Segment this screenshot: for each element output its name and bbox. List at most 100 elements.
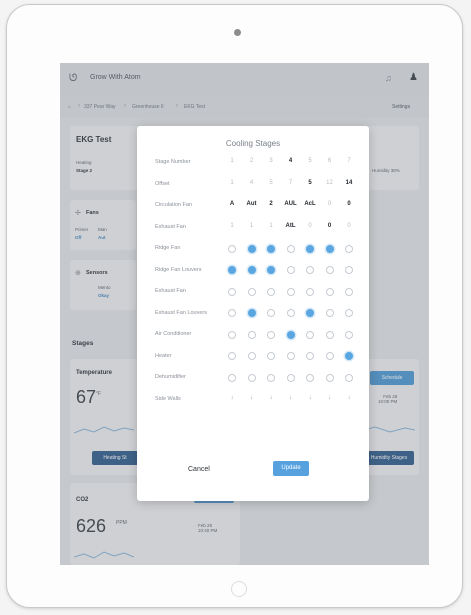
stage-cell[interactable]: 12	[321, 180, 339, 186]
toggle-off[interactable]	[325, 373, 334, 382]
chevron-down-icon[interactable]: ↓	[262, 395, 280, 401]
stage-cell[interactable]: 4	[282, 158, 300, 164]
toggle-on[interactable]	[306, 309, 314, 317]
stage-cell[interactable]: A	[223, 201, 241, 207]
toggle-on[interactable]	[286, 330, 295, 339]
toggle-on[interactable]	[247, 266, 256, 274]
stage-cell[interactable]: 1	[243, 223, 261, 229]
row-label: Exhaust Fan	[155, 223, 186, 230]
stage-cell[interactable]: 0	[340, 201, 358, 207]
toggle-on[interactable]	[267, 244, 275, 253]
toggle-off[interactable]	[228, 373, 236, 382]
toggle-on[interactable]	[247, 309, 256, 317]
toggle-off[interactable]	[345, 373, 353, 382]
stage-cell[interactable]: 2	[243, 158, 261, 164]
stage-cell[interactable]: 1	[223, 180, 241, 186]
row-label: Offset	[155, 180, 170, 187]
row-label: Stage Number	[155, 159, 191, 165]
stage-cell[interactable]: 1	[223, 158, 241, 164]
home-button[interactable]	[231, 581, 247, 597]
toggle-off[interactable]	[228, 287, 236, 296]
toggle-off[interactable]	[325, 352, 334, 360]
cooling-stages-dialog: Cooling Stages Stage Number 1 2 3 4 5 6 7 Offset…	[137, 126, 369, 501]
stage-cell[interactable]: 5	[262, 180, 280, 186]
toggle-off[interactable]	[267, 330, 275, 339]
stage-cell[interactable]: 1	[262, 223, 280, 229]
toggle-off[interactable]	[306, 287, 314, 296]
toggle-off[interactable]	[286, 287, 295, 296]
stage-cell[interactable]: 4	[243, 180, 261, 186]
stage-cell[interactable]: 0	[340, 223, 358, 229]
toggle-off[interactable]	[345, 266, 353, 274]
toggle-off[interactable]	[247, 330, 256, 339]
toggle-off[interactable]	[267, 309, 275, 317]
toggle-on[interactable]	[325, 244, 334, 253]
toggle-off[interactable]	[286, 244, 295, 253]
stage-cell[interactable]: AUL	[282, 201, 300, 207]
tablet-frame: ᘎ Grow With Atom ♫ ♟ ⌂ › 337 Pear Way › …	[6, 4, 463, 608]
toggle-off[interactable]	[286, 373, 295, 382]
chevron-down-icon[interactable]: ↓	[340, 395, 358, 401]
row-label: Ridge Fan Louvers	[155, 266, 202, 273]
chevron-down-icon[interactable]: ↓	[223, 395, 241, 401]
row-label: Side Walls	[155, 395, 181, 402]
toggle-off[interactable]	[345, 244, 353, 253]
toggle-off[interactable]	[228, 352, 236, 360]
toggle-off[interactable]	[267, 352, 275, 360]
toggle-off[interactable]	[306, 266, 314, 274]
chevron-down-icon[interactable]: ↓	[321, 395, 339, 401]
stage-cell[interactable]: 7	[340, 158, 358, 164]
toggle-off[interactable]	[345, 309, 353, 317]
toggle-off[interactable]	[325, 266, 334, 274]
toggle-off[interactable]	[247, 287, 256, 296]
toggle-off[interactable]	[286, 352, 295, 360]
chevron-down-icon[interactable]: ↓	[282, 395, 300, 401]
toggle-on[interactable]	[267, 266, 275, 274]
stage-cell[interactable]: AcL	[301, 201, 319, 207]
stage-cell[interactable]: 5	[301, 180, 319, 186]
chevron-down-icon[interactable]: ↓	[301, 395, 319, 401]
stage-cell[interactable]: 6	[321, 158, 339, 164]
row-label: Heater	[155, 352, 172, 359]
toggle-on[interactable]	[247, 244, 256, 253]
toggle-on[interactable]	[228, 266, 236, 274]
toggle-off[interactable]	[286, 266, 295, 274]
row-label: Ridge Fan	[155, 245, 181, 251]
toggle-off[interactable]	[345, 287, 353, 296]
toggle-off[interactable]	[267, 287, 275, 296]
stage-cell[interactable]: 0	[321, 201, 339, 207]
stage-cell[interactable]: 0	[321, 223, 339, 229]
toggle-off[interactable]	[325, 287, 334, 296]
toggle-off[interactable]	[228, 309, 236, 317]
cancel-button[interactable]: Cancel	[188, 466, 210, 473]
chevron-down-icon[interactable]: ↓	[243, 395, 261, 401]
toggle-off[interactable]	[306, 373, 314, 382]
app-screen: ᘎ Grow With Atom ♫ ♟ ⌂ › 337 Pear Way › …	[60, 63, 429, 565]
dialog-title: Cooling Stages	[225, 139, 281, 148]
toggle-off[interactable]	[267, 373, 275, 382]
row-label: Air Conditioner	[155, 331, 192, 337]
toggle-off[interactable]	[306, 330, 314, 339]
toggle-off[interactable]	[306, 352, 314, 360]
stage-cell[interactable]: 3	[262, 158, 280, 164]
update-button[interactable]: Update	[273, 461, 309, 476]
stage-cell[interactable]: 5	[301, 158, 319, 164]
stage-cell[interactable]: 1	[223, 223, 241, 229]
toggle-off[interactable]	[247, 373, 256, 382]
toggle-off[interactable]	[228, 330, 236, 339]
stage-cell[interactable]: Aut	[243, 201, 261, 207]
toggle-off[interactable]	[228, 244, 236, 253]
stage-cell[interactable]: AtL	[282, 223, 300, 229]
stage-cell[interactable]: 7	[282, 180, 300, 186]
toggle-off[interactable]	[286, 309, 295, 317]
toggle-off[interactable]	[325, 330, 334, 339]
toggle-on[interactable]	[306, 244, 314, 253]
stage-cell[interactable]: 2	[262, 201, 280, 207]
stage-cell[interactable]: 0	[301, 223, 319, 229]
toggle-off[interactable]	[247, 352, 256, 360]
row-label: Exhaust Fan	[155, 288, 186, 294]
toggle-off[interactable]	[325, 309, 334, 317]
toggle-on[interactable]	[345, 352, 353, 360]
toggle-off[interactable]	[345, 330, 353, 339]
stage-cell[interactable]: 14	[340, 180, 358, 186]
